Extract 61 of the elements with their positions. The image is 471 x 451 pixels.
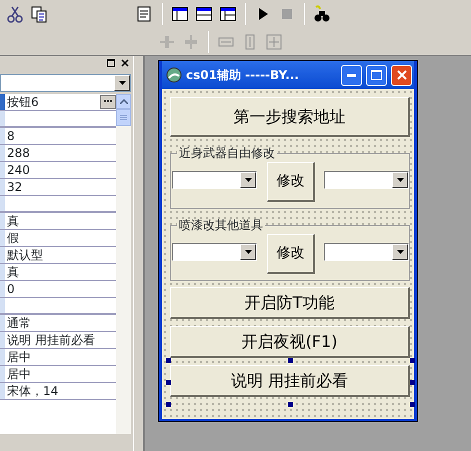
- ellipsis-icon[interactable]: [103, 98, 113, 103]
- maximize-button[interactable]: [366, 64, 387, 86]
- dropdown-arrow-icon: [396, 177, 405, 183]
- resize-handle[interactable]: [410, 402, 415, 407]
- property-value[interactable]: 居中: [5, 349, 116, 365]
- copy-icon[interactable]: [30, 5, 48, 23]
- form-button[interactable]: 说明 用挂前必看: [170, 365, 410, 397]
- modify-button[interactable]: 修改: [267, 234, 315, 274]
- dropdown-arrow-icon: [118, 80, 126, 86]
- property-value[interactable]: 8: [5, 128, 116, 144]
- resize-handle[interactable]: [288, 402, 293, 407]
- minimize-icon: [347, 74, 356, 76]
- property-value[interactable]: 通常: [5, 315, 116, 331]
- dropdown-arrow-icon: [244, 177, 253, 183]
- property-value[interactable]: 真: [5, 264, 116, 280]
- group-label: 近身武器自由修改: [177, 147, 277, 160]
- form-button[interactable]: 开启夜视(F1): [170, 326, 410, 358]
- close-icon[interactable]: [119, 57, 131, 69]
- layout-icon[interactable]: [195, 5, 213, 23]
- scrollbar[interactable]: [116, 94, 131, 434]
- property-value[interactable]: 真: [5, 213, 116, 229]
- binoculars-icon[interactable]: [313, 5, 331, 23]
- scroll-up-icon[interactable]: [120, 99, 128, 104]
- close-icon: [396, 70, 406, 80]
- dropdown[interactable]: [172, 171, 258, 189]
- close-button[interactable]: [391, 64, 412, 86]
- maximize-icon: [371, 70, 382, 80]
- dropdown[interactable]: [324, 243, 410, 261]
- window-title: cs01辅助 -----BY...: [186, 67, 300, 84]
- property-value[interactable]: 32: [5, 179, 116, 195]
- property-value[interactable]: 假: [5, 230, 116, 246]
- dropdown-arrow-icon: [244, 249, 253, 255]
- scissors-icon[interactable]: [6, 5, 24, 23]
- resize-handle[interactable]: [288, 358, 293, 363]
- app-icon: [166, 67, 182, 83]
- form-button[interactable]: 开启防T功能: [170, 287, 410, 319]
- layout-icon[interactable]: [171, 5, 189, 23]
- form-button[interactable]: 第一步搜索地址: [170, 97, 410, 137]
- property-value[interactable]: 说明 用挂前必看: [5, 332, 116, 348]
- resize-handle[interactable]: [166, 358, 171, 363]
- scroll-thumb-icon[interactable]: [120, 114, 127, 120]
- property-value[interactable]: 240: [5, 162, 116, 178]
- resize-handle[interactable]: [410, 358, 415, 363]
- group-label: 喷漆改其他道具: [177, 219, 265, 232]
- ellipsis-button[interactable]: [100, 95, 116, 109]
- dropdown[interactable]: [172, 243, 258, 261]
- property-value[interactable]: 宋体，14: [5, 383, 116, 399]
- resize-handle[interactable]: [410, 380, 415, 385]
- minimize-button[interactable]: [341, 64, 362, 86]
- layout-icon[interactable]: [219, 5, 237, 23]
- dropdown-arrow-icon: [396, 249, 405, 255]
- property-value[interactable]: 居中: [5, 366, 116, 382]
- resize-handle[interactable]: [166, 380, 171, 385]
- restore-icon[interactable]: [105, 57, 117, 69]
- property-value[interactable]: 288: [5, 145, 116, 161]
- property-value[interactable]: 0: [5, 281, 116, 297]
- modify-button[interactable]: 修改: [267, 162, 315, 202]
- resize-handle[interactable]: [166, 402, 171, 407]
- property-value[interactable]: 按钮6: [5, 94, 100, 110]
- property-value[interactable]: 默认型: [5, 247, 116, 263]
- dropdown[interactable]: [324, 171, 410, 189]
